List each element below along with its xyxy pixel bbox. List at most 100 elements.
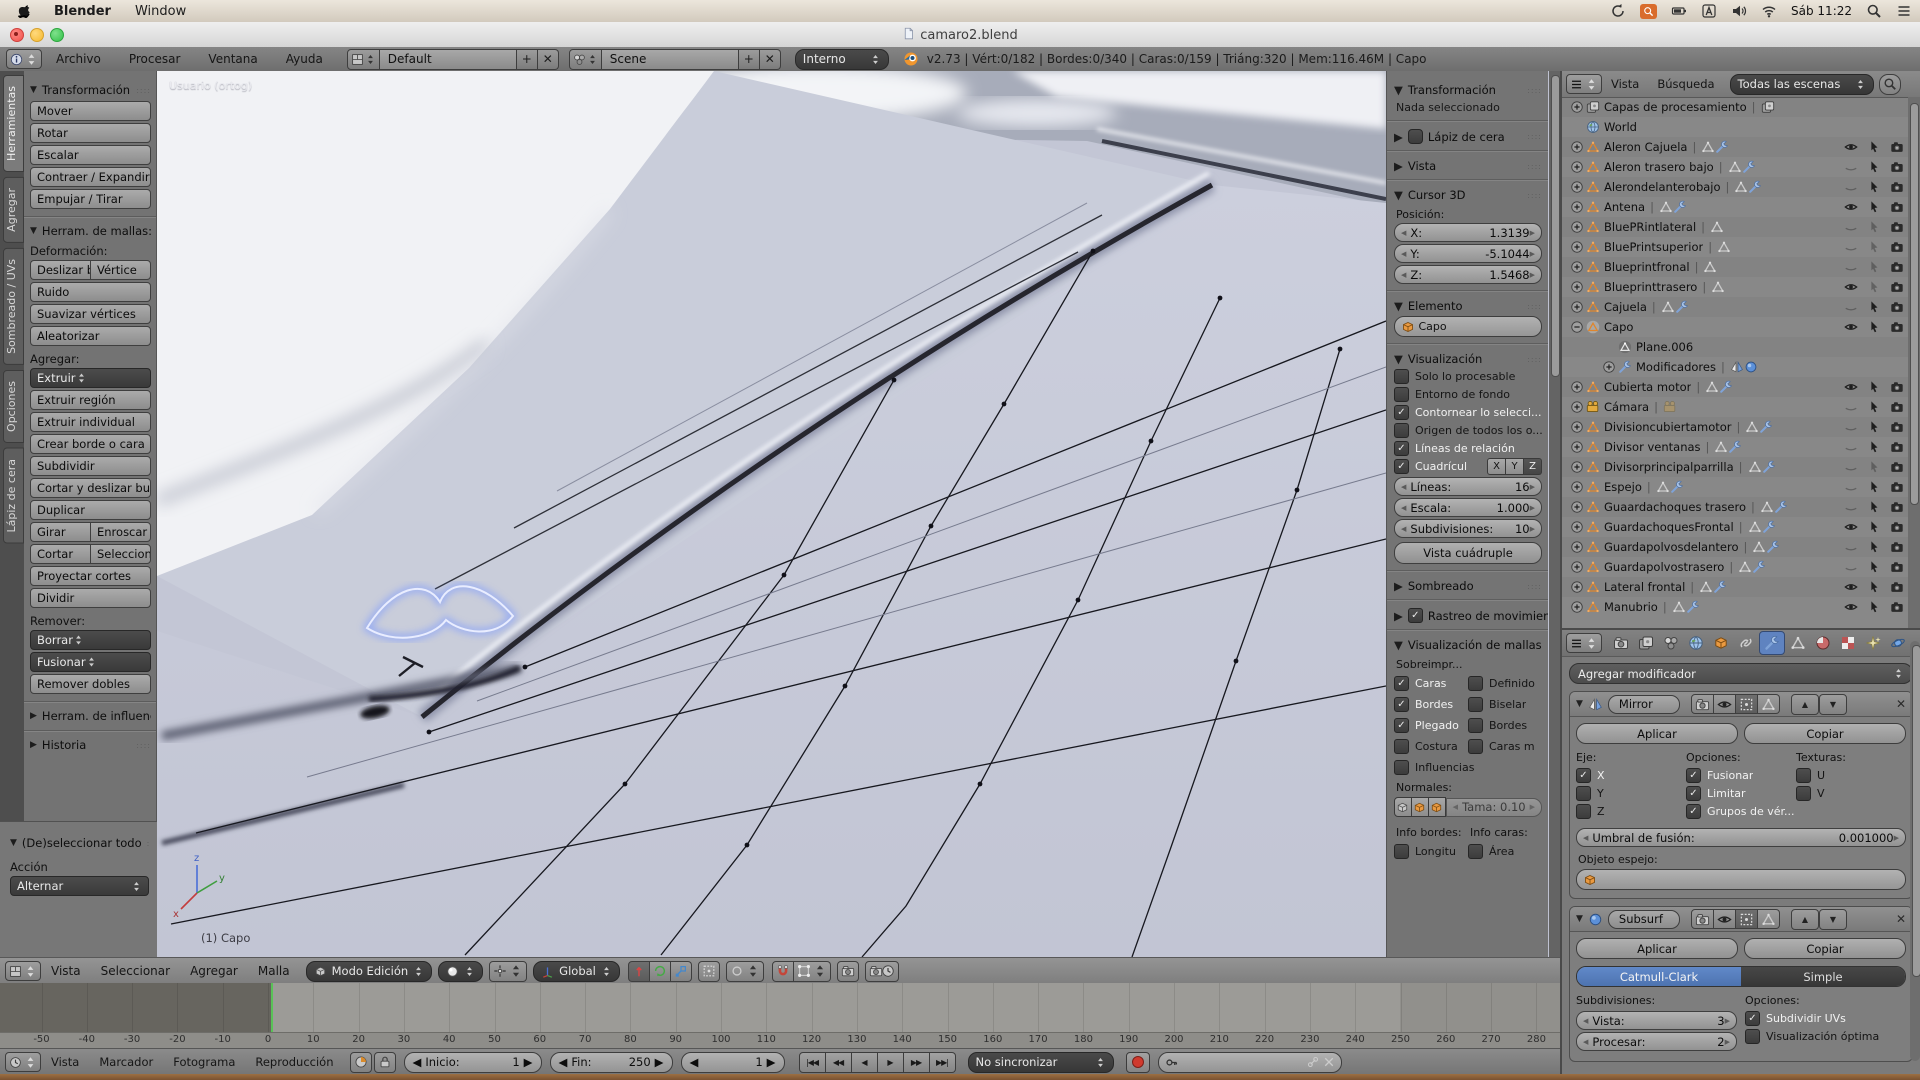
menu-ayuda[interactable]: Ayuda [272,52,337,66]
panel-rastreo-de-movimien[interactable]: ▶✓Rastreo de movimien [1394,608,1542,623]
wifi-icon[interactable] [1761,3,1777,19]
selectable-cursor-icon[interactable] [1867,560,1881,574]
checkbox-fusionar[interactable]: ✓Fusionar [1686,768,1796,783]
outliner-menu-vista[interactable]: Vista [1602,77,1648,91]
renderable-camera-icon[interactable] [1890,400,1904,414]
delete-layout-button[interactable]: ✕ [538,49,559,70]
tool-button-crear-borde-o-cara[interactable]: Crear borde o cara [30,434,151,454]
checkbox-y[interactable]: Y [1576,786,1686,801]
visibility-eye-icon[interactable] [1844,480,1858,494]
renderable-camera-icon[interactable] [1890,520,1904,534]
properties-tab-data[interactable] [1786,632,1810,654]
editmode-toggle[interactable] [1736,694,1758,714]
outliner-menu-b-squeda[interactable]: Búsqueda [1648,77,1723,91]
snap-element-dropdown[interactable] [794,961,831,982]
checkbox-caras-m[interactable]: Caras m [1468,739,1542,754]
editor-type-button[interactable] [6,49,42,69]
checkbox-grupos-de-v-r-[interactable]: ✓Grupos de vér... [1686,804,1796,819]
outliner-row[interactable]: Aleron Cajuela| [1562,137,1908,157]
visibility-eye-icon[interactable] [1844,520,1858,534]
visibility-eye-icon[interactable] [1844,600,1858,614]
visibility-eye-icon[interactable] [1844,420,1858,434]
value-slider-escala[interactable]: ◀Escala:1.000▶ [1394,498,1542,517]
apply-button[interactable]: Aplicar [1576,938,1738,959]
outliner-row[interactable]: Aleron trasero bajo| [1562,157,1908,177]
tool-dropdown-extruir[interactable]: Extruir [30,368,151,388]
tool-button-duplicar[interactable]: Duplicar [30,500,151,520]
selectable-cursor-icon[interactable] [1867,200,1881,214]
expand-toggle[interactable] [1570,200,1584,214]
properties-tab-texture[interactable] [1836,632,1860,654]
render-toggle[interactable] [1691,694,1714,714]
expand-toggle[interactable] [1570,520,1584,534]
editor-type-button[interactable] [5,1052,41,1072]
menu-archivo[interactable]: Archivo [42,52,115,66]
scene-name[interactable]: Scene [602,49,739,70]
checkbox-v[interactable]: V [1796,786,1906,801]
merge-threshold-slider[interactable]: ◀Umbral de fusión:0.001000▶ [1576,828,1906,847]
expand-toggle[interactable] [1570,320,1584,334]
modifier-name-field[interactable]: Subsurf [1608,910,1680,929]
expand-toggle[interactable] [1570,380,1584,394]
tool-button-ruido[interactable]: Ruido [30,282,151,302]
renderable-camera-icon[interactable] [1890,480,1904,494]
viewport-canvas[interactable]: Usuario (ortog) (1) Capo z y x [157,71,1386,957]
renderable-camera-icon[interactable] [1890,260,1904,274]
renderable-camera-icon[interactable] [1890,540,1904,554]
outliner-row[interactable]: Espejo| [1562,477,1908,497]
viewport-menu-vista[interactable]: Vista [41,964,91,978]
jump-to-end-button[interactable]: ▶▶| [930,1052,956,1073]
button-vista-cu-druple[interactable]: Vista cuádruple [1394,542,1542,564]
selectable-cursor-icon[interactable] [1867,480,1881,494]
expand-toggle[interactable] [1570,280,1584,294]
expand-toggle[interactable] [1570,240,1584,254]
selectable-cursor-icon[interactable] [1867,520,1881,534]
timeline-menu-fotograma[interactable]: Fotograma [163,1055,245,1069]
selectable-cursor-icon[interactable] [1867,280,1881,294]
outliner-row[interactable]: GuardachoquesFrontal| [1562,517,1908,537]
tool-button-suavizar-v-rtices[interactable]: Suavizar vértices [30,304,151,324]
mode-dropdown[interactable]: Modo Edición [306,961,433,982]
timeline-menu-reproducci-n[interactable]: Reproducción [245,1055,343,1069]
viewport-menu-agregar[interactable]: Agregar [180,964,248,978]
toolshelf-tab-sombreado-uvs[interactable]: Sombreado / UVs [3,248,24,365]
checkbox-z[interactable]: Z [1576,804,1686,819]
tool-button-enroscar[interactable]: Enroscar [90,522,151,542]
timeline-track-area[interactable] [0,983,1560,1032]
renderable-camera-icon[interactable] [1890,440,1904,454]
prev-keyframe-button[interactable]: ◀◀ [826,1052,852,1073]
battery-icon[interactable] [1671,3,1687,19]
checkbox-origen-de-todos-los-o[interactable]: Origen de todos los o... [1394,423,1542,438]
properties-tab-scene[interactable] [1659,632,1683,654]
expand-toggle[interactable] [1570,420,1584,434]
panel-l-piz-de-cera[interactable]: ▶Lápiz de cera:::: [1394,129,1542,144]
tool-button-escalar[interactable]: Escalar [30,145,151,165]
properties-tab-material[interactable] [1811,632,1835,654]
expand-toggle[interactable] [1570,580,1584,594]
cage-toggle[interactable] [1758,909,1780,929]
panel-elemento[interactable]: ▼Elemento:::: [1394,299,1542,313]
tool-button-dividir[interactable]: Dividir [30,588,151,608]
normal-display-button-0[interactable] [1394,797,1412,817]
selectable-cursor-icon[interactable] [1867,240,1881,254]
mirror-object-field[interactable] [1576,869,1906,890]
delete-scene-button[interactable]: ✕ [760,49,781,70]
apply-button[interactable]: Aplicar [1576,723,1738,744]
timeline-menu-marcador[interactable]: Marcador [89,1055,163,1069]
timeline-menu-vista[interactable]: Vista [41,1055,89,1069]
checkbox-x[interactable]: ✓X [1576,768,1686,783]
outliner-search-button[interactable] [1879,74,1901,95]
tool-button-deslizar-b[interactable]: Deslizar b [30,260,90,280]
menubar-item-window[interactable]: Window [123,4,198,19]
outliner-row[interactable]: Guardapolvosdelantero| [1562,537,1908,557]
tool-button-v-rtice[interactable]: Vértice [90,260,151,280]
selectable-cursor-icon[interactable] [1867,380,1881,394]
menu-ventana[interactable]: Ventana [194,52,271,66]
active-element-field[interactable]: Capo [1394,316,1542,337]
selectable-cursor-icon[interactable] [1867,140,1881,154]
outliner-row[interactable]: Manubrio| [1562,597,1908,617]
panel-visualizaci-n[interactable]: ▼Visualización:::: [1394,352,1542,366]
jump-to-start-button[interactable]: |◀◀ [799,1052,826,1073]
outliner-scrollbar[interactable] [1908,97,1920,628]
visibility-eye-icon[interactable] [1844,320,1858,334]
